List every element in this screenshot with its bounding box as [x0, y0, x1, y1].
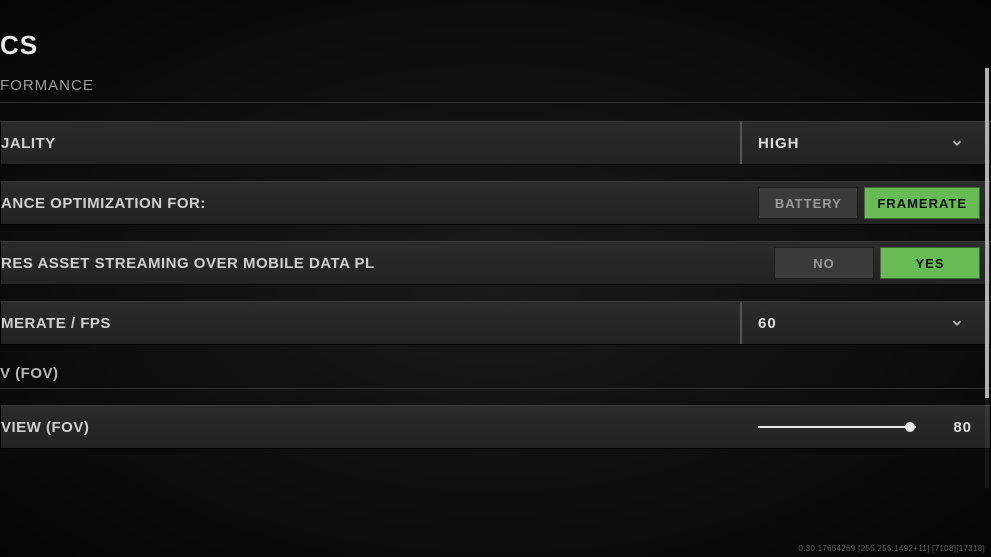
section-label: FORMANCE — [0, 75, 991, 103]
btn-optimize-battery[interactable]: BATTERY — [758, 187, 858, 219]
settings-rows: JALITY HIGH ANCE OPTIMIZATION FOR: BATTE… — [0, 103, 991, 449]
page-title: CS — [0, 0, 991, 75]
row-streaming: RES ASSET STREAMING OVER MOBILE DATA PL … — [0, 241, 991, 285]
row-fov-section: V (FOV) — [0, 361, 991, 389]
slider-value-fov: 80 — [950, 419, 972, 436]
slider-fov[interactable] — [758, 426, 916, 428]
chevron-down-icon — [950, 136, 964, 150]
scrollbar-thumb[interactable] — [985, 68, 989, 398]
row-fps: MERATE / FPS 60 — [0, 301, 991, 345]
toggle-streaming: NO YES — [774, 247, 980, 279]
chevron-down-icon — [950, 316, 964, 330]
slider-thumb-fov[interactable] — [905, 422, 915, 432]
btn-streaming-no[interactable]: NO — [774, 247, 874, 279]
scrollbar[interactable] — [985, 68, 989, 488]
label-fps: MERATE / FPS — [1, 315, 111, 332]
dropdown-fps[interactable]: 60 — [740, 302, 980, 344]
label-streaming: RES ASSET STREAMING OVER MOBILE DATA PL — [1, 255, 375, 272]
label-fov: VIEW (FOV) — [1, 419, 89, 436]
btn-streaming-yes[interactable]: YES — [880, 247, 980, 279]
label-fov-section: V (FOV) — [0, 365, 59, 382]
row-fov: VIEW (FOV) 80 — [0, 405, 991, 449]
btn-optimize-framerate[interactable]: FRAMERATE — [864, 187, 980, 219]
dropdown-quality[interactable]: HIGH — [740, 122, 980, 164]
dropdown-value-quality: HIGH — [758, 135, 800, 152]
label-optimize: ANCE OPTIMIZATION FOR: — [1, 195, 206, 212]
row-optimize: ANCE OPTIMIZATION FOR: BATTERY FRAMERATE — [0, 181, 991, 225]
label-quality: JALITY — [1, 135, 56, 152]
dropdown-value-fps: 60 — [758, 315, 777, 332]
debug-text: 0.30.17654269 [255.255.1492+11] [7108][1… — [798, 544, 985, 553]
toggle-optimize: BATTERY FRAMERATE — [758, 187, 980, 219]
row-quality: JALITY HIGH — [0, 121, 991, 165]
